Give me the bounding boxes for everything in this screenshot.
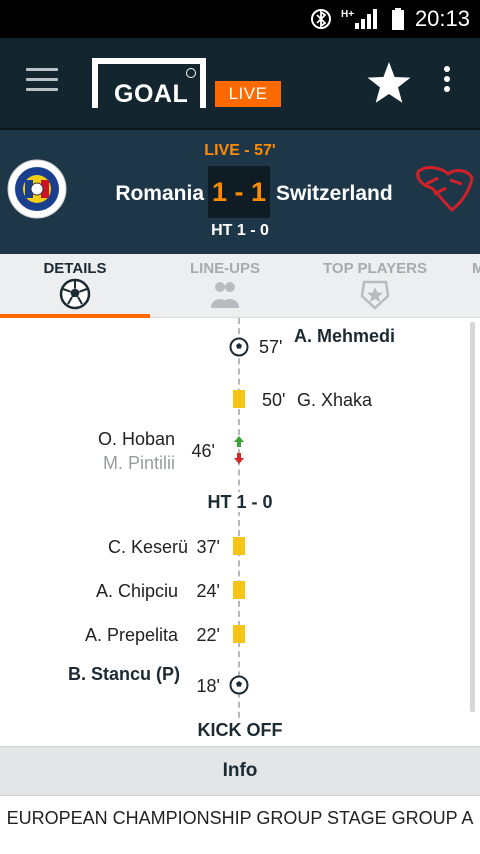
romania-crest-icon: [6, 158, 68, 220]
players-icon: [208, 278, 242, 310]
event-player-in[interactable]: O. Hoban: [98, 429, 175, 450]
switzerland-crest-icon: [412, 164, 474, 214]
bluetooth-icon: [310, 7, 331, 31]
away-team-name: Switzerland: [276, 182, 393, 205]
substitution-arrows-icon: [233, 435, 245, 465]
event-player[interactable]: G. Xhaka: [297, 390, 372, 411]
tab-more-label: M: [472, 260, 480, 277]
live-minute: LIVE - 57': [204, 142, 276, 159]
halftime-marker-text: HT 1 - 0: [203, 492, 277, 512]
event-player[interactable]: A. Chipciu: [96, 581, 178, 602]
soccer-ball-icon: [58, 278, 92, 310]
tab-details[interactable]: DETAILS: [0, 254, 150, 318]
event-player[interactable]: B. Stancu (P): [68, 664, 180, 685]
hamburger-menu-icon[interactable]: [26, 68, 58, 92]
event-player[interactable]: A. Prepelita: [85, 625, 178, 646]
goal-ball-icon: [229, 675, 249, 695]
goal-logo: GOAL: [92, 58, 206, 108]
signal-icon: H+: [341, 7, 381, 31]
halftime-marker: HT 1 - 0: [0, 492, 480, 513]
tab-top-players-label: TOP PLAYERS: [323, 260, 427, 277]
yellow-card-icon: [233, 581, 245, 599]
network-type: H+: [341, 9, 354, 20]
event-minute: 50': [262, 390, 286, 410]
overflow-menu-icon[interactable]: [440, 66, 454, 96]
logo-text: GOAL: [114, 80, 189, 108]
app-bar: GOAL LIVE: [0, 38, 480, 130]
event-player-out[interactable]: M. Pintilii: [103, 453, 175, 474]
event-minute: 24': [196, 581, 220, 601]
tab-line-ups[interactable]: LINE-UPS: [150, 254, 300, 318]
status-bar: H+ 20:13: [0, 0, 480, 38]
competition-name: EUROPEAN CHAMPIONSHIP GROUP STAGE GROUP …: [6, 808, 474, 828]
battery-icon: [391, 7, 405, 31]
tab-bar: DETAILS LINE-UPS TOP PLAYERS M: [0, 254, 480, 318]
event-player[interactable]: A. Mehmedi: [294, 326, 395, 347]
event-minute: 18': [196, 676, 220, 696]
tab-details-label: DETAILS: [43, 260, 107, 277]
info-section-header[interactable]: Info: [0, 746, 480, 796]
halftime-score: HT 1 - 0: [211, 222, 269, 239]
info-label: Info: [222, 760, 258, 781]
kickoff-marker-text: KICK OFF: [193, 720, 287, 740]
event-minute: 57': [259, 337, 283, 357]
event-minute: 46': [191, 441, 215, 461]
match-header: LIVE - 57' Romania 1 - 1 Switzerland HT …: [0, 130, 480, 254]
goal-ball-icon: [229, 337, 249, 357]
event-minute: 22': [196, 625, 220, 645]
yellow-card-icon: [233, 390, 245, 408]
scrollbar[interactable]: [470, 322, 475, 712]
kickoff-marker: KICK OFF: [0, 720, 480, 741]
registered-mark-icon: [186, 68, 196, 78]
tab-more[interactable]: M: [450, 254, 480, 318]
event-minute: 37': [196, 537, 220, 557]
favorite-star-icon[interactable]: [366, 60, 412, 106]
match-timeline[interactable]: 57' A. Mehmedi 50' G. Xhaka O. Hoban M. …: [0, 318, 480, 746]
star-badge-icon: [358, 278, 392, 310]
live-badge: LIVE: [215, 81, 281, 107]
tab-line-ups-label: LINE-UPS: [189, 260, 260, 277]
tab-top-players[interactable]: TOP PLAYERS: [300, 254, 450, 318]
home-team-name: Romania: [115, 182, 204, 205]
yellow-card-icon: [233, 625, 245, 643]
status-clock: 20:13: [414, 6, 470, 31]
match-score: 1 - 1: [208, 166, 270, 218]
event-player[interactable]: C. Keserü: [108, 537, 188, 558]
yellow-card-icon: [233, 537, 245, 555]
